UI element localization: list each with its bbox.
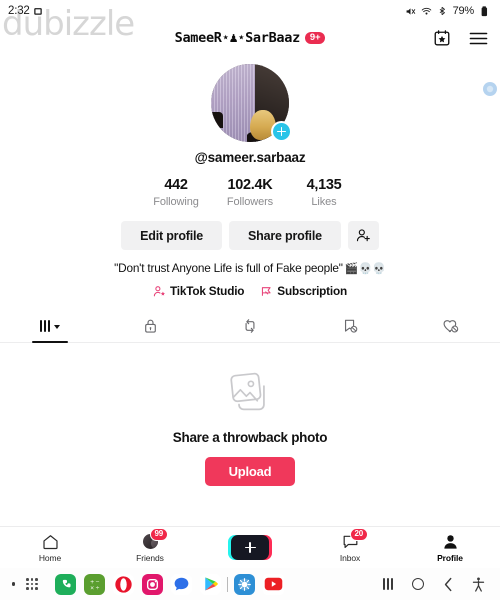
subscription-label: Subscription xyxy=(277,284,347,298)
hamburger-menu-icon[interactable] xyxy=(468,28,488,48)
mute-icon xyxy=(405,6,416,17)
empty-state-message: Share a throwback photo xyxy=(172,430,328,445)
subscription-flag-icon xyxy=(260,285,273,298)
stat-value: 442 xyxy=(164,177,188,193)
alarm-icon xyxy=(33,6,44,17)
photo-stack-icon xyxy=(227,371,273,415)
nav-home[interactable]: Home xyxy=(0,533,100,563)
profile-handle: @sameer.sarbaaz xyxy=(194,150,306,165)
tab-videos[interactable] xyxy=(0,309,100,342)
phone-screen: 2:32 79% dubizzle SameeR⋆♟⋆SarBaaz 9+ @s… xyxy=(0,0,500,600)
friends-badge: 99 xyxy=(150,527,168,542)
nav-friends[interactable]: 99 Friends xyxy=(100,527,200,563)
empty-state: Share a throwback photo Upload xyxy=(0,343,500,526)
android-taskbar: + − × ÷ xyxy=(0,568,500,600)
home-icon xyxy=(39,533,61,551)
status-time: 2:32 xyxy=(8,5,30,17)
nav-create[interactable] xyxy=(200,535,300,560)
inbox-badge: 20 xyxy=(350,527,368,542)
profile-tabs xyxy=(0,309,500,343)
profile-section: @sameer.sarbaaz 442 Following 102.4K Fol… xyxy=(0,54,500,298)
subscription-link[interactable]: Subscription xyxy=(260,284,347,298)
bottom-navigation: Home 99 Friends 20 Inbox Profile xyxy=(0,526,500,568)
instagram-app-icon[interactable] xyxy=(142,573,163,595)
accessibility-icon[interactable] xyxy=(463,568,493,600)
nav-label: Profile xyxy=(437,552,463,563)
upload-button[interactable]: Upload xyxy=(204,457,296,486)
status-bar-left: 2:32 xyxy=(8,5,44,17)
avatar-detail-corner xyxy=(211,112,223,128)
stat-followers[interactable]: 102.4K Followers xyxy=(213,177,287,208)
page-title: SameeR⋆♟⋆SarBaaz 9+ xyxy=(175,30,326,46)
profile-actions: Edit profile Share profile xyxy=(121,221,379,250)
grid-chevron-icon xyxy=(39,319,61,332)
header-actions xyxy=(432,28,488,48)
nav-label: Inbox xyxy=(339,552,361,563)
back-chevron-icon[interactable] xyxy=(433,568,463,600)
tab-liked[interactable] xyxy=(400,309,500,342)
battery-percent: 79% xyxy=(452,5,475,17)
stat-label: Following xyxy=(153,196,199,208)
youtube-app-icon[interactable] xyxy=(263,573,284,595)
plus-icon[interactable] xyxy=(271,121,292,142)
calendar-star-icon[interactable] xyxy=(432,28,452,48)
create-plus-icon[interactable] xyxy=(228,535,272,560)
edit-profile-button[interactable]: Edit profile xyxy=(121,221,223,250)
nav-label: Friends xyxy=(136,552,164,563)
recents-icon[interactable] xyxy=(373,568,403,600)
friends-icon: 99 xyxy=(139,527,168,551)
status-bar-right: 79% xyxy=(405,5,490,17)
profile-bio: "Don't trust Anyone Life is full of Fake… xyxy=(114,261,386,275)
avatar-wrapper[interactable] xyxy=(211,64,292,142)
taskbar-divider xyxy=(227,576,228,592)
heart-hidden-icon xyxy=(442,318,459,334)
floating-bubble-icon[interactable] xyxy=(483,82,497,96)
stat-label: Followers xyxy=(226,196,274,208)
tab-private[interactable] xyxy=(100,309,200,342)
inbox-icon: 20 xyxy=(339,527,368,551)
profile-person-icon xyxy=(439,533,461,551)
calculator-app-icon[interactable]: + − × ÷ xyxy=(84,573,105,595)
tiktok-studio-label: TikTok Studio xyxy=(169,284,245,298)
browser-app-icon[interactable] xyxy=(234,573,255,595)
wifi-icon xyxy=(421,6,432,17)
repost-icon xyxy=(242,318,258,334)
person-star-icon xyxy=(153,285,166,298)
add-person-icon[interactable] xyxy=(347,221,379,250)
lock-icon xyxy=(143,318,158,334)
stat-following[interactable]: 442 Following xyxy=(139,177,213,208)
page-title-text: SameeR⋆♟⋆SarBaaz xyxy=(174,30,301,46)
app-header: SameeR⋆♟⋆SarBaaz 9+ xyxy=(0,22,500,54)
stat-likes[interactable]: 4,135 Likes xyxy=(287,177,361,208)
title-notification-badge: 9+ xyxy=(304,31,326,45)
messages-app-icon[interactable] xyxy=(171,573,192,595)
phone-app-icon[interactable] xyxy=(55,573,76,595)
bio-emojis: 🎬💀💀 xyxy=(344,262,386,275)
opera-app-icon[interactable] xyxy=(113,573,134,595)
stat-value: 4,135 xyxy=(306,177,342,193)
nav-inbox[interactable]: 20 Inbox xyxy=(300,527,400,563)
profile-stats: 442 Following 102.4K Followers 4,135 Lik… xyxy=(139,177,361,208)
nav-profile[interactable]: Profile xyxy=(400,533,500,563)
bookmark-hidden-icon xyxy=(342,318,358,334)
recent-dot-icon[interactable] xyxy=(7,568,20,600)
home-circle-icon[interactable] xyxy=(403,568,433,600)
stat-value: 102.4K xyxy=(227,177,273,193)
stat-label: Likes xyxy=(311,196,337,208)
status-bar: 2:32 79% xyxy=(0,0,500,22)
tab-saved[interactable] xyxy=(300,309,400,342)
battery-icon xyxy=(479,5,490,17)
svg-text:×: × xyxy=(90,585,94,591)
create-button-wrapper[interactable] xyxy=(228,535,272,560)
bluetooth-icon xyxy=(437,6,448,17)
bio-text: "Don't trust Anyone Life is full of Fake… xyxy=(114,261,343,275)
profile-links: TikTok Studio Subscription xyxy=(153,284,347,298)
app-drawer-icon[interactable] xyxy=(20,577,44,591)
nav-label: Home xyxy=(38,552,62,563)
tiktok-studio-link[interactable]: TikTok Studio xyxy=(153,284,244,298)
svg-text:÷: ÷ xyxy=(95,585,99,591)
play-store-app-icon[interactable] xyxy=(200,573,221,595)
share-profile-button[interactable]: Share profile xyxy=(229,221,341,250)
tab-reposts[interactable] xyxy=(200,309,300,342)
